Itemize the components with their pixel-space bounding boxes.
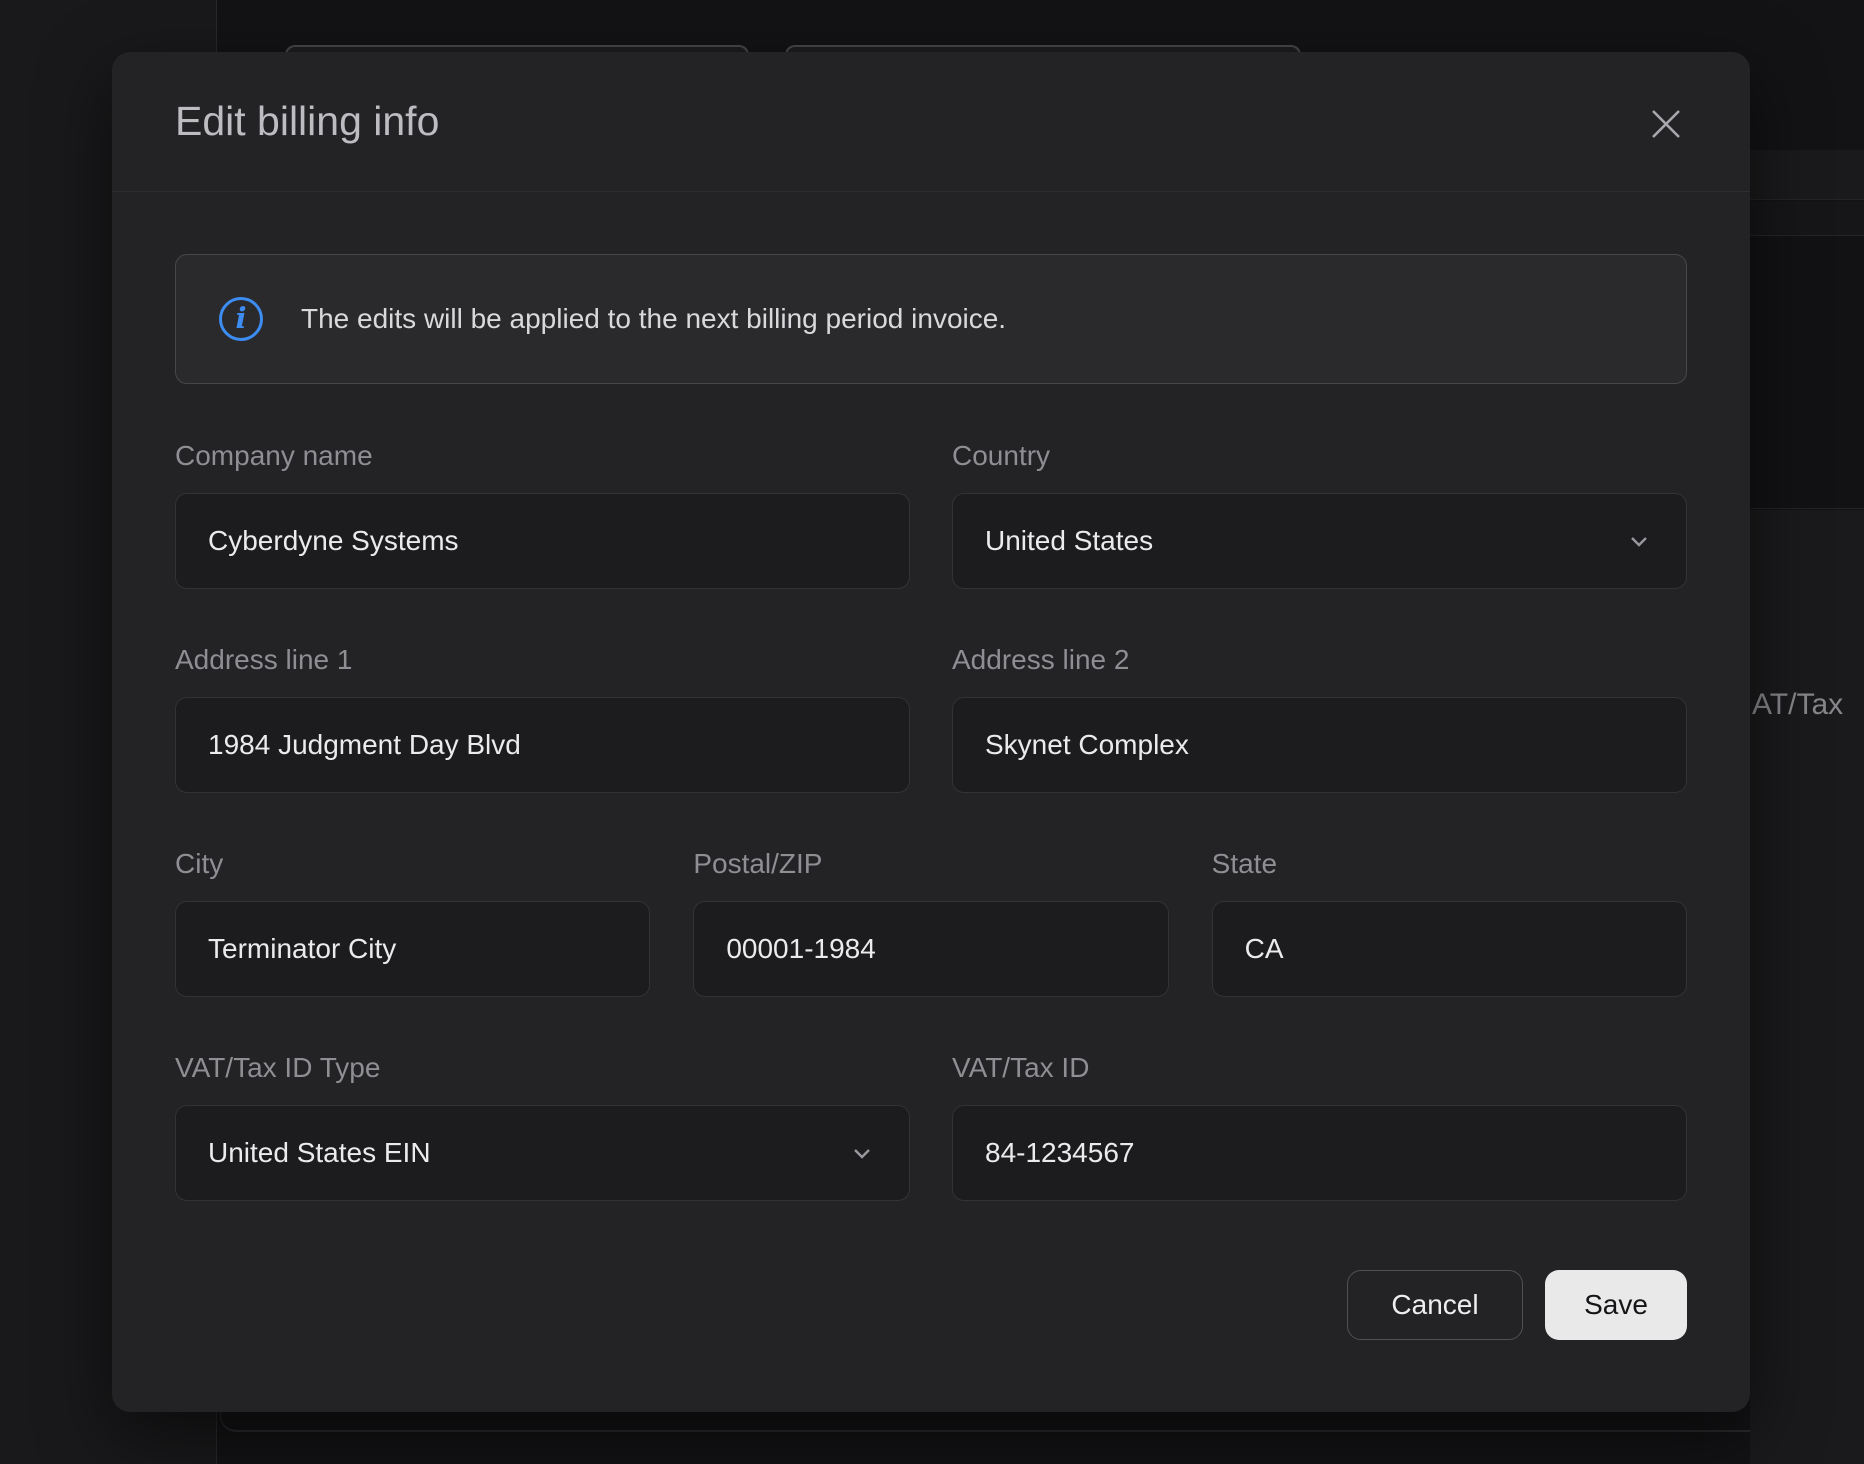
vat-type-label: VAT/Tax ID Type [175,1051,910,1085]
address1-label: Address line 1 [175,643,910,677]
save-button[interactable]: Save [1545,1270,1687,1340]
cancel-button[interactable]: Cancel [1347,1270,1523,1340]
state-label: State [1212,847,1687,881]
form-row-city-postal-state: City Postal/ZIP State [175,847,1687,997]
vat-id-label: VAT/Tax ID [952,1051,1687,1085]
form-row-address: Address line 1 Address line 2 [175,643,1687,793]
background-row [1750,237,1864,509]
info-banner-text: The edits will be applied to the next bi… [301,303,1006,335]
vat-type-select[interactable]: United States EIN [175,1105,910,1201]
vat-type-group: VAT/Tax ID Type United States EIN [175,1051,910,1201]
vat-id-input[interactable] [952,1105,1687,1201]
address1-input[interactable] [175,697,910,793]
close-button[interactable] [1640,98,1692,150]
country-select[interactable]: United States [952,493,1687,589]
close-icon [1649,107,1683,141]
address2-label: Address line 2 [952,643,1687,677]
company-name-label: Company name [175,439,910,473]
form-row-company-country: Company name Country United States [175,439,1687,589]
modal-body: i The edits will be applied to the next … [112,254,1750,1340]
company-name-input[interactable] [175,493,910,589]
form-row-vat: VAT/Tax ID Type United States EIN VAT/Ta… [175,1051,1687,1201]
country-group: Country United States [952,439,1687,589]
country-label: Country [952,439,1687,473]
address2-group: Address line 2 [952,643,1687,793]
city-input[interactable] [175,901,650,997]
background-row [1750,150,1864,200]
address1-group: Address line 1 [175,643,910,793]
company-name-group: Company name [175,439,910,589]
chevron-down-icon [849,1140,875,1166]
vat-type-selected-value: United States EIN [208,1137,431,1169]
country-selected-value: United States [985,525,1153,557]
postal-label: Postal/ZIP [693,847,1168,881]
state-input[interactable] [1212,901,1687,997]
modal-header: Edit billing info [112,52,1750,192]
background-clipped-label: AT/Tax [1752,688,1864,722]
vat-id-group: VAT/Tax ID [952,1051,1687,1201]
city-label: City [175,847,650,881]
edit-billing-info-modal: Edit billing info i The edits will be ap… [112,52,1750,1412]
modal-title: Edit billing info [175,98,439,145]
background-table-edge: AT/Tax [1750,0,1864,1464]
state-group: State [1212,847,1687,997]
background-row [1750,201,1864,236]
chevron-down-icon [1626,528,1652,554]
background-row [1750,510,1864,1464]
address2-input[interactable] [952,697,1687,793]
info-banner: i The edits will be applied to the next … [175,254,1687,384]
info-icon: i [219,297,263,341]
city-group: City [175,847,650,997]
modal-footer: Cancel Save [175,1270,1687,1340]
postal-group: Postal/ZIP [693,847,1168,997]
postal-input[interactable] [693,901,1168,997]
